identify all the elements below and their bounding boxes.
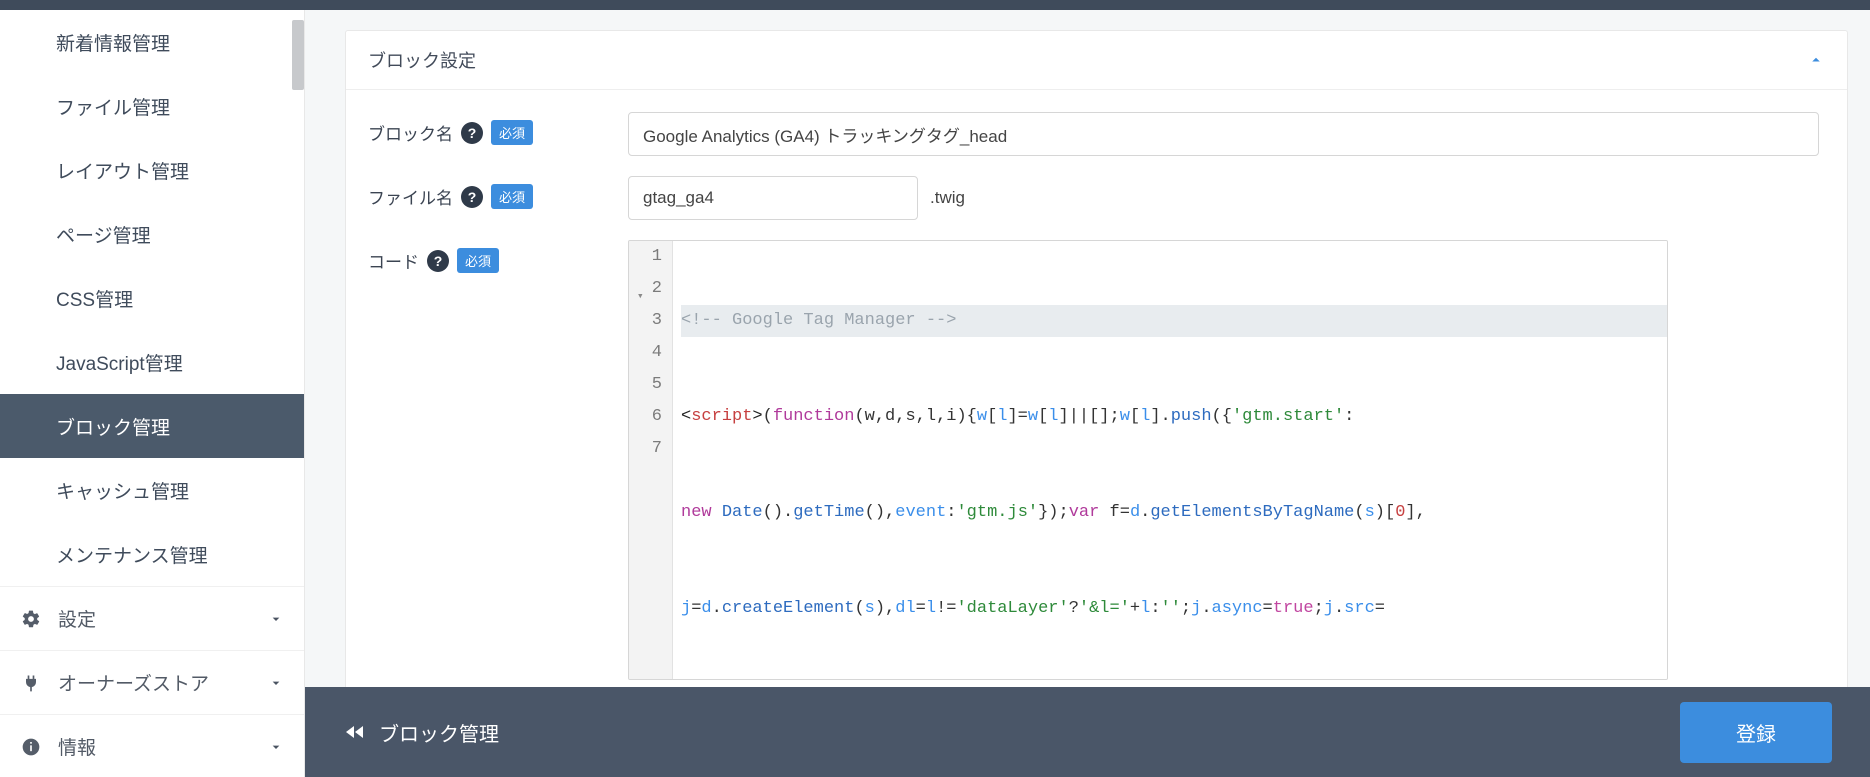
- sidebar-section-info[interactable]: 情報: [0, 714, 304, 777]
- sidebar-item-label: レイアウト管理: [56, 157, 189, 184]
- sidebar-item-label: 新着情報管理: [56, 29, 170, 56]
- rewind-icon: [343, 720, 367, 744]
- label-code: コード: [368, 248, 419, 273]
- sidebar-item-layout[interactable]: レイアウト管理: [0, 138, 304, 202]
- back-link-label: ブロック管理: [379, 718, 499, 747]
- sidebar-section-ownerstore[interactable]: オーナーズストア: [0, 650, 304, 714]
- block-name-input[interactable]: [628, 112, 1819, 156]
- main-content: ブロック設定 ブロック名 ? 必須: [305, 10, 1870, 777]
- line-number: 3: [652, 311, 662, 330]
- sidebar-item-news[interactable]: 新着情報管理: [0, 10, 304, 74]
- required-badge: 必須: [491, 184, 533, 209]
- file-suffix: .twig: [930, 188, 965, 208]
- plug-icon: [20, 673, 42, 693]
- sidebar-item-label: ブロック管理: [56, 413, 170, 440]
- sidebar-item-maintenance[interactable]: メンテナンス管理: [0, 522, 304, 586]
- sidebar-item-cache[interactable]: キャッシュ管理: [0, 458, 304, 522]
- line-number: 6: [652, 407, 662, 426]
- submit-button-label: 登録: [1736, 724, 1776, 746]
- code-line: j=d.createElement(s),dl=l!='dataLayer'?'…: [681, 593, 1667, 625]
- chevron-up-icon: [1807, 51, 1825, 69]
- label-block-name: ブロック名: [368, 120, 453, 145]
- line-number: 2: [652, 279, 662, 298]
- sidebar-item-label: CSS管理: [56, 285, 133, 312]
- sidebar-section-label: 情報: [58, 733, 96, 760]
- row-code: コード ? 必須 1 ▾2 3 4 5 6: [368, 240, 1819, 680]
- label-file-name: ファイル名: [368, 184, 453, 209]
- code-editor[interactable]: 1 ▾2 3 4 5 6 7 <!-- Google Tag Manager -…: [628, 240, 1668, 680]
- line-number: 7: [652, 439, 662, 458]
- block-settings-card: ブロック設定 ブロック名 ? 必須: [345, 30, 1848, 709]
- editor-gutter: 1 ▾2 3 4 5 6 7: [629, 241, 673, 679]
- sidebar-item-label: ページ管理: [56, 221, 151, 248]
- gear-icon: [20, 609, 42, 629]
- line-number: 5: [652, 375, 662, 394]
- help-icon[interactable]: ?: [427, 250, 449, 272]
- sidebar-item-label: キャッシュ管理: [56, 477, 189, 504]
- line-number: 4: [652, 343, 662, 362]
- row-block-name: ブロック名 ? 必須: [368, 112, 1819, 156]
- submit-button[interactable]: 登録: [1680, 702, 1832, 763]
- row-file-name: ファイル名 ? 必須 .twig: [368, 176, 1819, 220]
- sidebar-item-css[interactable]: CSS管理: [0, 266, 304, 330]
- code-line: <!-- Google Tag Manager -->: [681, 305, 1667, 337]
- editor-body[interactable]: <!-- Google Tag Manager --> <script>(fun…: [673, 241, 1667, 679]
- sidebar-item-pages[interactable]: ページ管理: [0, 202, 304, 266]
- help-icon[interactable]: ?: [461, 186, 483, 208]
- sidebar: 新着情報管理 ファイル管理 レイアウト管理 ページ管理 CSS管理 JavaSc…: [0, 10, 305, 777]
- footer-bar: ブロック管理 登録: [305, 687, 1870, 777]
- line-number: 1: [652, 247, 662, 266]
- chevron-down-icon: [268, 739, 284, 755]
- required-badge: 必須: [457, 248, 499, 273]
- code-line: <script>(function(w,d,s,l,i){w[l]=w[l]||…: [681, 401, 1667, 433]
- sidebar-item-blocks[interactable]: ブロック管理: [0, 394, 304, 458]
- card-title: ブロック設定: [368, 47, 476, 73]
- collapse-toggle[interactable]: [1807, 51, 1825, 69]
- sidebar-section-settings[interactable]: 設定: [0, 586, 304, 650]
- sidebar-section-label: オーナーズストア: [58, 669, 209, 696]
- required-badge: 必須: [491, 120, 533, 145]
- sidebar-item-label: JavaScript管理: [56, 349, 183, 376]
- sidebar-item-label: メンテナンス管理: [56, 541, 208, 568]
- sidebar-item-label: ファイル管理: [56, 93, 170, 120]
- chevron-down-icon: [268, 675, 284, 691]
- info-icon: [20, 737, 42, 757]
- help-icon[interactable]: ?: [461, 122, 483, 144]
- scrollbar-thumb[interactable]: [292, 20, 304, 90]
- sidebar-item-javascript[interactable]: JavaScript管理: [0, 330, 304, 394]
- top-bar: [0, 0, 1870, 10]
- file-name-input[interactable]: [628, 176, 918, 220]
- sidebar-section-label: 設定: [58, 605, 96, 632]
- card-header: ブロック設定: [346, 31, 1847, 90]
- sidebar-item-files[interactable]: ファイル管理: [0, 74, 304, 138]
- back-link[interactable]: ブロック管理: [343, 718, 499, 747]
- code-line: new Date().getTime(),event:'gtm.js'});va…: [681, 497, 1667, 529]
- chevron-down-icon: [268, 611, 284, 627]
